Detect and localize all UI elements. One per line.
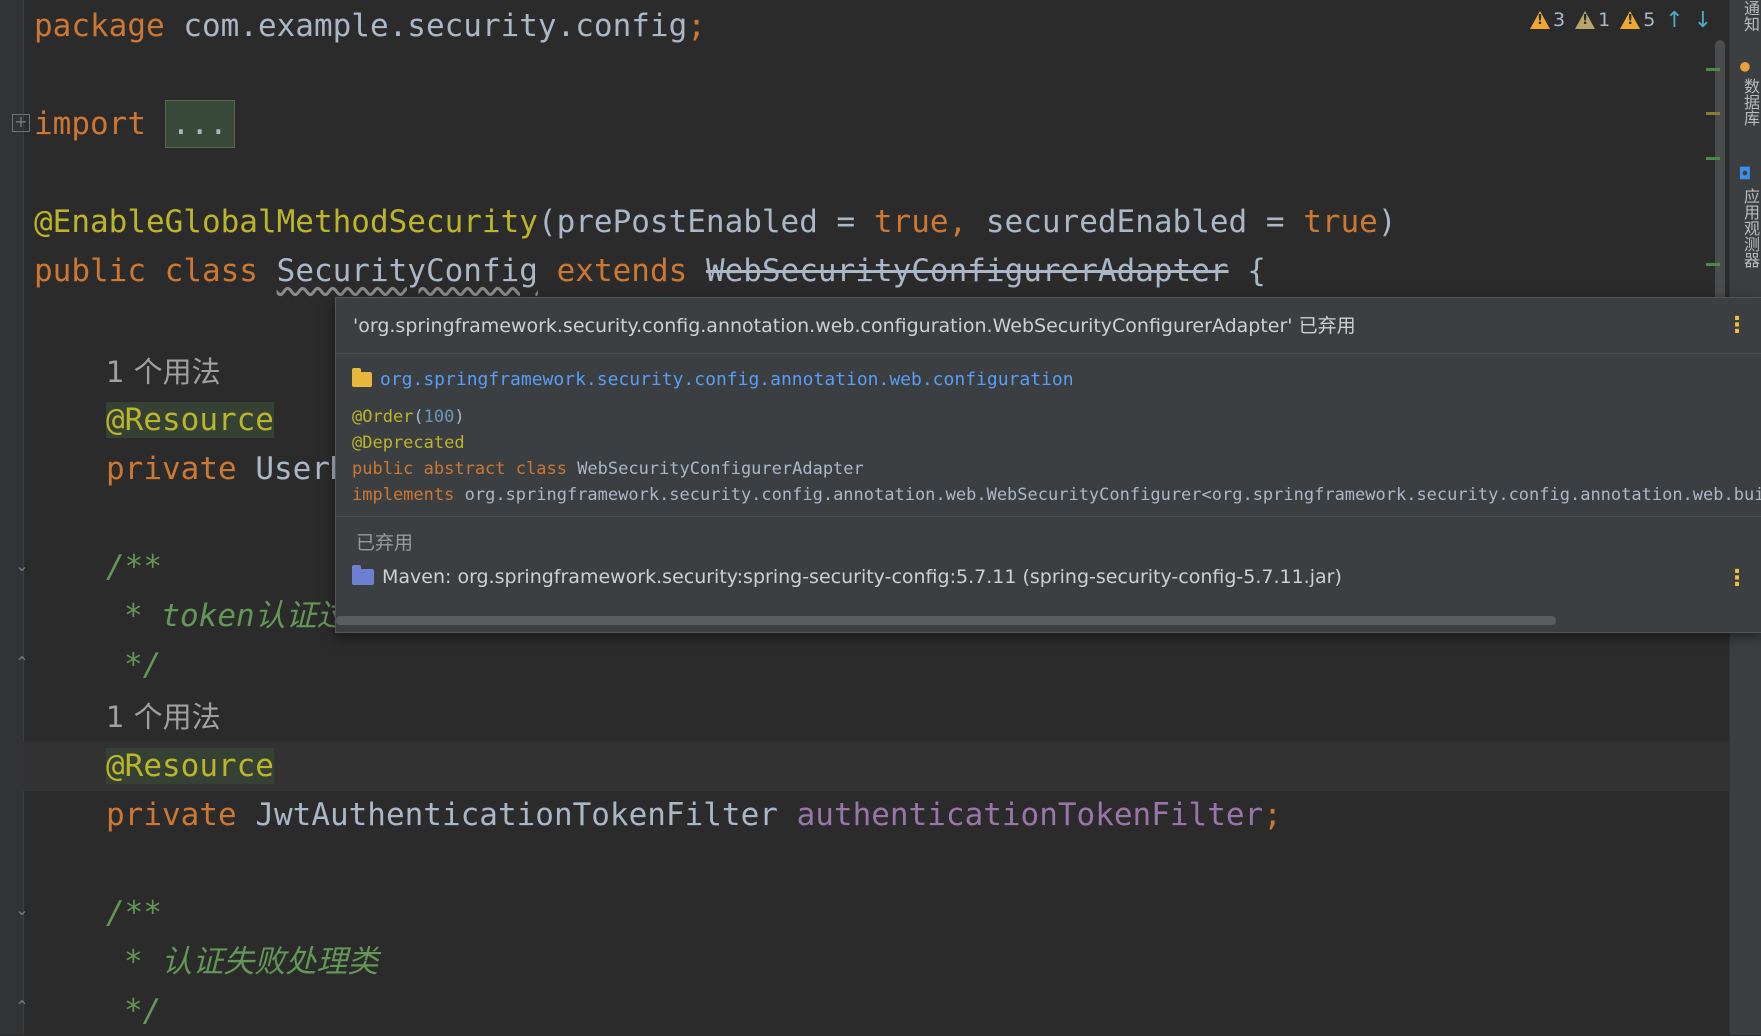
deprecated-parent-class[interactable]: WebSecurityConfigurerAdapter (706, 253, 1229, 289)
package-link[interactable]: org.springframework.security.config.anno… (380, 369, 1074, 390)
change-marker[interactable] (1706, 68, 1720, 71)
inspection-widget[interactable]: 3 1 5 ↑ ↓ (1530, 6, 1712, 34)
import-line[interactable]: import ... (34, 100, 235, 149)
fold-end-icon[interactable]: ⌃ (12, 653, 32, 673)
warning-marker[interactable] (1706, 112, 1720, 115)
current-line-highlight (23, 742, 1729, 791)
order-annotation: @Order(100) (352, 407, 465, 427)
arrow-up-icon[interactable]: ↑ (1665, 8, 1683, 33)
quick-documentation-popup[interactable]: 'org.springframework.security.config.ann… (335, 297, 1761, 633)
class-signature: public abstract class WebSecurityConfigu… (352, 459, 864, 479)
warnings-count[interactable]: 3 (1530, 9, 1565, 31)
weak-warning-icon (1575, 11, 1596, 29)
deprecated-label: 已弃用 (356, 532, 414, 554)
more-options-icon[interactable]: ⋮ (1726, 566, 1748, 591)
weak-warnings-count[interactable]: 1 (1575, 9, 1610, 31)
doc-comment-body: * 认证失败处理类 (124, 944, 379, 980)
app-inspector-icon: ◘ (1740, 164, 1750, 183)
vertical-scrollbar[interactable] (1715, 40, 1725, 300)
fold-expand-icon[interactable]: + (12, 114, 30, 132)
popup-header: 'org.springframework.security.config.ann… (336, 298, 1761, 354)
warning-icon (1530, 11, 1550, 29)
package-line[interactable]: package com.example.security.config; (34, 2, 706, 51)
typo-warning-icon (1620, 11, 1641, 29)
doc-comment-open: /** (106, 895, 162, 931)
change-marker[interactable] (1706, 157, 1720, 160)
horizontal-scrollbar[interactable] (336, 616, 1556, 625)
field-declaration[interactable]: private UserD (106, 445, 349, 494)
doc-comment-open: /** (106, 549, 162, 585)
annotation-line[interactable]: @EnableGlobalMethodSecurity(prePostEnabl… (34, 198, 1397, 247)
change-marker[interactable] (1706, 263, 1720, 266)
usage-hint[interactable]: 1 个用法 (106, 348, 221, 397)
doc-comment-close: */ (124, 647, 162, 683)
class-declaration-line[interactable]: public class SecurityConfig extends WebS… (34, 247, 1266, 296)
fold-collapse-icon[interactable]: ⌄ (12, 900, 32, 920)
database-tab[interactable]: 数据库 (1738, 78, 1761, 126)
arrow-down-icon[interactable]: ↓ (1694, 8, 1712, 33)
field-declaration[interactable]: private JwtAuthenticationTokenFilter aut… (106, 791, 1282, 840)
app-inspector-tab[interactable]: 应用观测器 (1738, 188, 1761, 268)
class-name[interactable]: SecurityConfig (277, 253, 538, 289)
doc-comment-close: */ (124, 993, 162, 1029)
fold-end-icon[interactable]: ⌃ (12, 997, 32, 1017)
popup-divider (336, 516, 1761, 517)
gutter (0, 0, 24, 1035)
database-icon: ● (1740, 56, 1750, 75)
library-row[interactable]: Maven: org.springframework.security:spri… (352, 565, 1342, 588)
folder-icon (352, 367, 372, 387)
library-icon (352, 565, 374, 585)
resource-annotation[interactable]: @Resource (106, 396, 274, 445)
notifications-tab[interactable]: 通知 (1738, 0, 1761, 32)
package-row[interactable]: org.springframework.security.config.anno… (352, 362, 1074, 396)
folded-imports[interactable]: ... (164, 100, 235, 148)
deprecated-annotation: @Deprecated (352, 433, 465, 453)
more-options-icon[interactable]: ⋮ (1726, 298, 1748, 354)
typos-count[interactable]: 5 (1620, 9, 1655, 31)
doc-comment-body: * token认证过 (124, 598, 348, 634)
resource-annotation[interactable]: @Resource (106, 742, 274, 791)
usage-hint[interactable]: 1 个用法 (106, 693, 221, 742)
fold-collapse-icon[interactable]: ⌄ (12, 556, 32, 576)
implements-clause: implements org.springframework.security.… (352, 485, 1761, 505)
